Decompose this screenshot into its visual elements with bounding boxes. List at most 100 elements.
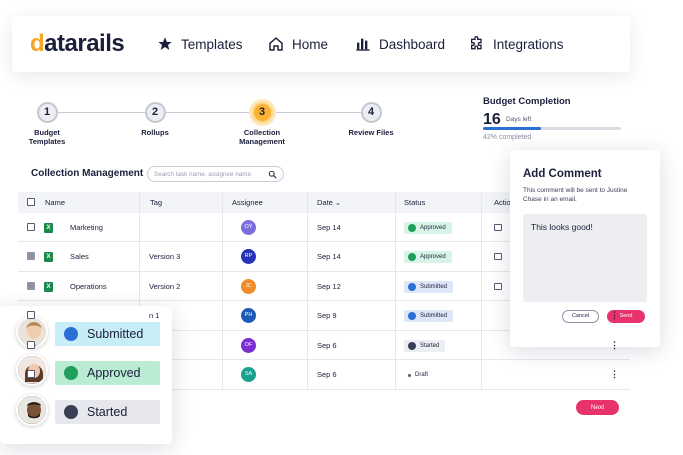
- row-date: Sep 14: [317, 252, 341, 262]
- excel-icon: X: [44, 252, 53, 263]
- row-checkbox[interactable]: [27, 281, 35, 290]
- col-date[interactable]: Date ⌄: [317, 198, 341, 207]
- col-name[interactable]: Name: [45, 198, 65, 207]
- status-icon: [408, 374, 411, 378]
- row-date: Sep 12: [317, 281, 341, 291]
- status-badge[interactable]: Draft: [404, 369, 434, 381]
- row-name[interactable]: Operations: [70, 282, 107, 291]
- row-checkbox[interactable]: [27, 311, 35, 320]
- chevron-down-icon: ⌄: [334, 200, 341, 207]
- dialog-subtitle: This comment will be sent to Justine Cha…: [523, 187, 628, 203]
- status-icon: [408, 341, 416, 350]
- bar-chart-icon: [356, 38, 370, 51]
- column-divider: [222, 192, 223, 390]
- col-tag[interactable]: Tag: [150, 198, 162, 207]
- row-checkbox[interactable]: [27, 340, 35, 349]
- nav-home[interactable]: Home: [268, 36, 328, 52]
- home-icon: [269, 37, 283, 51]
- col-assignee[interactable]: Assignee: [232, 198, 263, 207]
- collection-title: Collection Management: [31, 168, 144, 179]
- nav-integrations[interactable]: Integrations: [469, 36, 564, 52]
- legend-approved: Approved: [55, 361, 160, 385]
- budget-progress-bar: [483, 127, 621, 130]
- col-status[interactable]: Status: [404, 198, 425, 207]
- select-all-checkbox[interactable]: [27, 198, 35, 206]
- search-box[interactable]: [147, 166, 284, 182]
- half-circle-icon: [64, 405, 78, 419]
- step-2[interactable]: 2 Rollups: [115, 102, 195, 137]
- status-label: Started: [420, 342, 440, 349]
- more-options-icon[interactable]: ⋮: [610, 310, 619, 321]
- row-tag: Version 3: [149, 252, 181, 262]
- step-label: Review Files: [348, 128, 394, 137]
- status-badge[interactable]: Started: [404, 339, 446, 352]
- row-name[interactable]: Marketing: [70, 223, 103, 232]
- status-label: Submitted: [420, 283, 448, 290]
- row-checkbox[interactable]: [27, 252, 35, 261]
- legend-submitted: Submitted: [55, 322, 160, 346]
- more-options-icon[interactable]: ⋮: [610, 369, 619, 380]
- step-label: Rollups: [141, 128, 169, 137]
- nav-dashboard[interactable]: Dashboard: [355, 36, 445, 52]
- step-number: 3: [251, 102, 273, 123]
- comment-icon[interactable]: [494, 223, 502, 231]
- next-button[interactable]: Next: [576, 400, 619, 415]
- status-label: Submitted: [420, 313, 448, 320]
- comment-textarea[interactable]: This looks good!: [523, 214, 647, 302]
- legend-label: Started: [87, 405, 128, 419]
- nav-integrations-label: Integrations: [493, 36, 564, 52]
- col-actions: Actio: [494, 198, 511, 207]
- top-nav: datarails Templates Home Dashboard Integ…: [12, 16, 630, 72]
- budget-title: Budget Completion: [483, 96, 571, 107]
- clock-icon: [64, 327, 78, 341]
- datarails-logo[interactable]: datarails: [30, 30, 125, 58]
- budget-percent: 42% completed: [483, 134, 532, 141]
- assignee-avatar[interactable]: JC: [241, 278, 256, 294]
- search-icon[interactable]: [268, 170, 277, 179]
- assignee-avatar[interactable]: OF: [241, 337, 256, 353]
- stepper-line: [47, 112, 372, 113]
- excel-icon: X: [44, 222, 53, 233]
- status-legend-card: Submitted Approved Started: [0, 306, 172, 444]
- status-badge[interactable]: Submitted: [404, 310, 454, 323]
- row-name[interactable]: Sales: [70, 252, 89, 261]
- row-checkbox[interactable]: [27, 222, 35, 231]
- row-checkbox[interactable]: [27, 370, 35, 379]
- step-3[interactable]: 3 Collection Management: [222, 102, 302, 146]
- col-date-label: Date: [317, 198, 333, 207]
- excel-icon: X: [44, 281, 53, 292]
- step-4[interactable]: 4 Review Files: [331, 102, 411, 137]
- budget-days-label: Days left: [506, 116, 532, 123]
- row-date: Sep 6: [317, 340, 337, 350]
- status-badge[interactable]: Approved: [404, 251, 452, 264]
- status-badge[interactable]: Submitted: [404, 280, 454, 293]
- status-icon: [408, 253, 416, 262]
- step-number: 2: [144, 102, 166, 123]
- row-tag: n 1: [149, 311, 160, 321]
- column-divider: [481, 192, 482, 390]
- row-date: Sep 6: [317, 370, 337, 380]
- column-divider: [307, 192, 308, 390]
- more-options-icon[interactable]: ⋮: [610, 340, 619, 351]
- budget-progress-fill: [483, 127, 541, 130]
- step-number: 4: [360, 102, 382, 123]
- status-label: Approved: [420, 224, 446, 231]
- avatar: [16, 394, 48, 426]
- nav-templates[interactable]: Templates: [157, 36, 243, 52]
- star-icon: [158, 37, 172, 50]
- assignee-avatar[interactable]: OY: [241, 219, 256, 235]
- cancel-button[interactable]: Cancel: [562, 310, 599, 323]
- legend-label: Submitted: [87, 327, 144, 341]
- step-1[interactable]: 1 Budget Templates: [7, 102, 87, 146]
- column-divider: [395, 192, 396, 390]
- comment-text: This looks good!: [531, 222, 593, 232]
- legend-label: Approved: [87, 366, 141, 380]
- search-input[interactable]: [154, 169, 264, 180]
- step-label: Budget Templates: [28, 128, 66, 146]
- comment-icon[interactable]: [494, 253, 502, 261]
- step-label: Collection Management: [239, 128, 285, 146]
- status-label: Approved: [420, 254, 446, 261]
- status-badge[interactable]: Approved: [404, 221, 452, 234]
- comment-icon[interactable]: [494, 282, 502, 290]
- check-icon: [64, 366, 78, 380]
